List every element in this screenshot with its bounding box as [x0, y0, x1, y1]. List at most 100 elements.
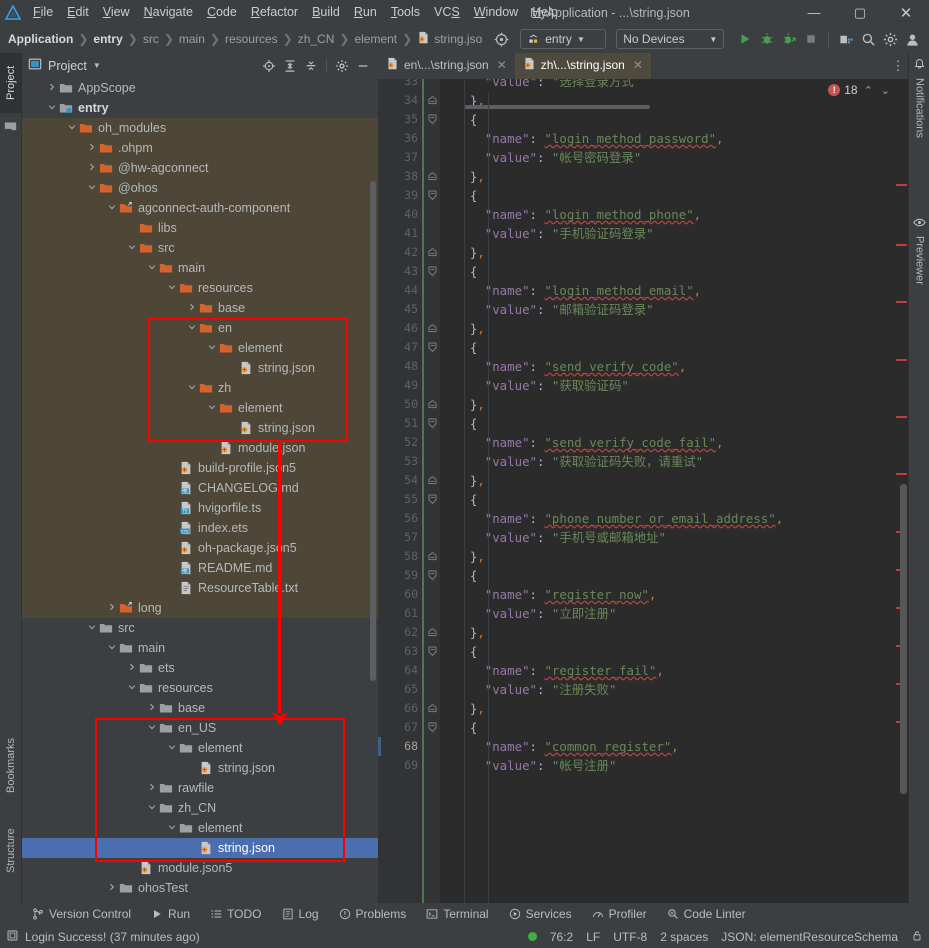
code-line[interactable]: },: [440, 395, 485, 414]
code-line[interactable]: },: [440, 547, 485, 566]
prev-error-icon[interactable]: ⌃: [862, 84, 875, 97]
project-panel-toolbar[interactable]: [260, 57, 372, 75]
line-separator[interactable]: LF: [586, 930, 600, 944]
fold-collapse-icon[interactable]: [427, 718, 438, 737]
chevron-right-icon[interactable]: [86, 163, 98, 173]
stop-icon[interactable]: [800, 28, 822, 50]
breadcrumb-resources[interactable]: resources: [225, 32, 278, 46]
code-viewport[interactable]: "value": "选择登录方式 }, { "name": "login_met…: [378, 79, 908, 915]
account-icon[interactable]: [901, 28, 923, 50]
breadcrumb-application[interactable]: Application: [8, 32, 73, 46]
tree-node-oh-modules[interactable]: oh_modules: [22, 118, 378, 138]
minimize-icon[interactable]: —: [791, 0, 837, 25]
code-line[interactable]: },: [440, 623, 485, 642]
fold-end-icon[interactable]: [427, 395, 438, 414]
breadcrumb-element[interactable]: element: [354, 32, 397, 46]
search-icon[interactable]: [857, 28, 879, 50]
tree-node-element[interactable]: element: [22, 338, 378, 358]
fold-end-icon[interactable]: [427, 91, 438, 110]
fold-collapse-icon[interactable]: [427, 642, 438, 661]
error-marker[interactable]: [896, 301, 907, 303]
run-icon[interactable]: [734, 28, 756, 50]
editor-tab-bar[interactable]: en\...\string.json ✕ zh\...\string.json …: [378, 53, 908, 79]
sidebar-item-folder[interactable]: [0, 113, 22, 137]
menu-item-run[interactable]: Run: [347, 0, 384, 25]
error-marker[interactable]: [896, 416, 907, 418]
code-line[interactable]: "name": "send_verify_code",: [440, 357, 686, 376]
tree-node-ets[interactable]: ets: [22, 658, 378, 678]
tool-button-profiler[interactable]: Profiler: [582, 903, 657, 925]
tree-node-appscope[interactable]: AppScope: [22, 78, 378, 98]
tree-node-resources[interactable]: resources: [22, 678, 378, 698]
editor-tab-en[interactable]: en\...\string.json ✕: [378, 53, 515, 79]
code-line[interactable]: "value": "立即注册": [440, 604, 617, 623]
tree-node--ohos[interactable]: @ohos: [22, 178, 378, 198]
close-icon[interactable]: ✕: [497, 58, 507, 72]
caret-position[interactable]: 76:2: [550, 930, 573, 944]
chevron-down-icon[interactable]: [166, 743, 178, 753]
code-line[interactable]: "value": "注册失败": [440, 680, 617, 699]
tree-node-string-json[interactable]: string.json: [22, 758, 378, 778]
tree-node-module-json[interactable]: module.json: [22, 438, 378, 458]
notification-icon[interactable]: [6, 929, 19, 945]
code-line[interactable]: "name": "send_verify_code_fail",: [440, 433, 724, 452]
tree-node-hvigorfile-ts[interactable]: TS hvigorfile.ts: [22, 498, 378, 518]
code-line[interactable]: "name": "common_register",: [440, 737, 679, 756]
error-marker[interactable]: [896, 359, 907, 361]
chevron-down-icon[interactable]: [186, 383, 198, 393]
code-line[interactable]: },: [440, 243, 485, 262]
menu-bar[interactable]: FFileile Edit View Navigate Code Refacto…: [26, 0, 565, 25]
chevron-down-icon[interactable]: ▼: [93, 61, 101, 70]
next-error-icon[interactable]: ⌄: [879, 84, 892, 97]
chevron-down-icon[interactable]: [126, 243, 138, 253]
tree-node-resources[interactable]: resources: [22, 278, 378, 298]
tree-node-index-ets[interactable]: ETS index.ets: [22, 518, 378, 538]
chevron-right-icon[interactable]: [126, 663, 138, 673]
fold-collapse-icon[interactable]: [427, 414, 438, 433]
chevron-down-icon[interactable]: [206, 403, 218, 413]
chevron-down-icon[interactable]: [186, 323, 198, 333]
sidebar-item-bookmarks[interactable]: Bookmarks: [0, 721, 22, 809]
code-line[interactable]: "value": "获取验证码": [440, 376, 629, 395]
profile-run-icon[interactable]: [778, 28, 800, 50]
tree-node--hw-agconnect[interactable]: @hw-agconnect: [22, 158, 378, 178]
hide-panel-icon[interactable]: [354, 57, 372, 75]
tree-node-base[interactable]: base: [22, 298, 378, 318]
fold-end-icon[interactable]: [427, 319, 438, 338]
chevron-down-icon[interactable]: [166, 823, 178, 833]
chevron-right-icon[interactable]: [46, 83, 58, 93]
tree-node-agconnect-auth-component[interactable]: agconnect-auth-component: [22, 198, 378, 218]
tree-node-build-profile-json5[interactable]: build-profile.json5: [22, 458, 378, 478]
breadcrumb-main[interactable]: main: [179, 32, 205, 46]
target-icon[interactable]: [490, 28, 512, 50]
code-line[interactable]: "name": "login_method_password",: [440, 129, 724, 148]
tree-node-main[interactable]: main: [22, 258, 378, 278]
code-line[interactable]: "value": "帐号注册": [440, 756, 617, 775]
tree-node-changelog-md[interactable]: MD CHANGELOG.md: [22, 478, 378, 498]
menu-item-view[interactable]: View: [96, 0, 137, 25]
fold-collapse-icon[interactable]: [427, 490, 438, 509]
code-line[interactable]: "value": "手机验证码登录": [440, 224, 654, 243]
code-line[interactable]: {: [440, 566, 477, 585]
sidebar-item-structure[interactable]: Structure: [0, 810, 22, 892]
code-line[interactable]: {: [440, 262, 477, 281]
tree-node-main[interactable]: main: [22, 638, 378, 658]
project-tree[interactable]: AppScope entry oh_modules .ohpm @hw-agconnec…: [22, 78, 378, 915]
tree-node-readme-md[interactable]: MD README.md: [22, 558, 378, 578]
chevron-down-icon[interactable]: [146, 723, 158, 733]
breadcrumb-zh-cn[interactable]: zh_CN: [298, 32, 335, 46]
tool-window-bar[interactable]: Version Control Run TODO Log Problems Te…: [0, 903, 929, 925]
run-config-selector[interactable]: entry ▼: [520, 29, 607, 49]
fold-end-icon[interactable]: [427, 243, 438, 262]
code-line[interactable]: "value": "选择登录方式: [440, 79, 634, 91]
tree-node-zh[interactable]: zh: [22, 378, 378, 398]
code-line[interactable]: "name": "register_fail",: [440, 661, 664, 680]
vertical-scrollbar-thumb[interactable]: [900, 484, 907, 794]
breadcrumb-file[interactable]: string.jso: [417, 31, 482, 47]
device-manager-icon[interactable]: [835, 28, 857, 50]
tree-node-zh-cn[interactable]: zh_CN: [22, 798, 378, 818]
expand-all-icon[interactable]: [281, 57, 299, 75]
tree-node-src[interactable]: src: [22, 238, 378, 258]
tree-node-string-json[interactable]: string.json: [22, 838, 378, 858]
tree-node-rawfile[interactable]: rawfile: [22, 778, 378, 798]
